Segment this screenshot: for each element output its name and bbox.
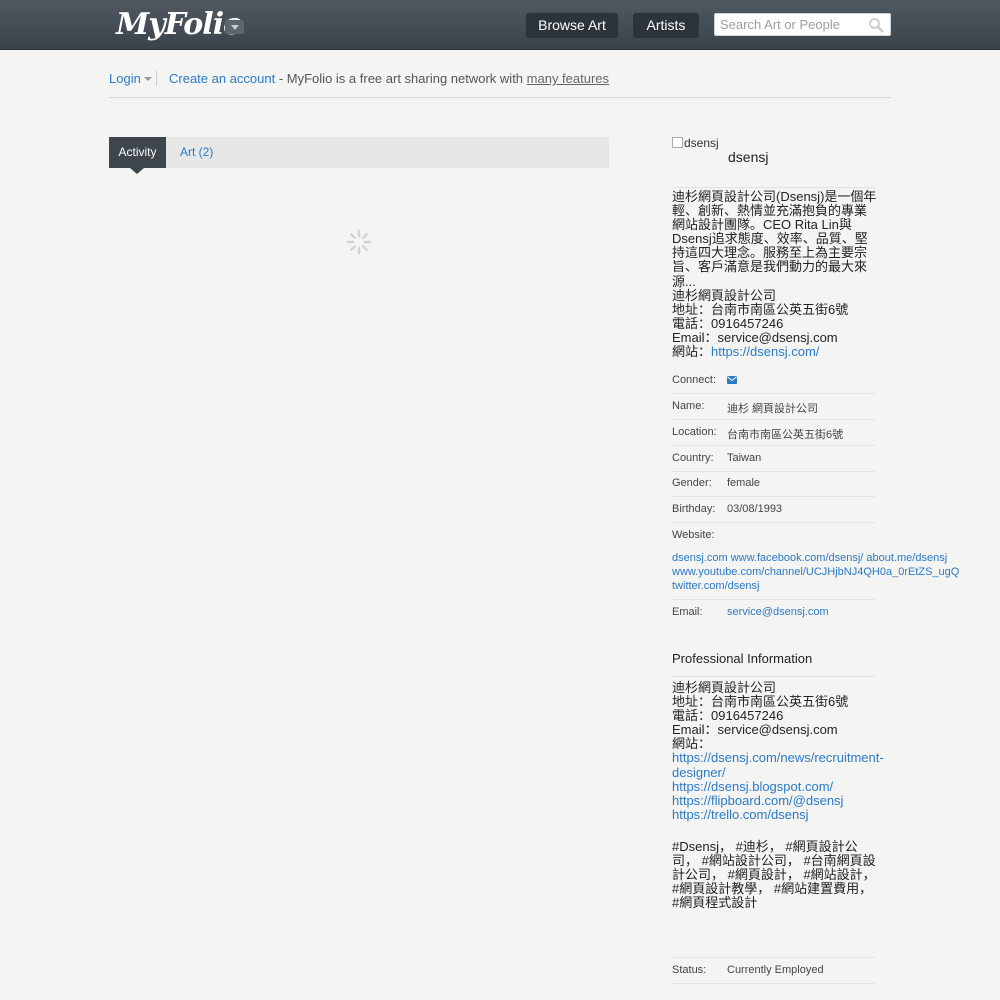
bio-line: 輕、創新、熱情並充滿抱負的專業	[672, 203, 868, 219]
hashtags: #Dsensj， #迪杉， #網頁設計公 司， #網站設計公司， #台南網頁設 …	[672, 839, 877, 911]
professional-link[interactable]: https://dsensj.com/news/recruitment-	[672, 750, 884, 765]
bio-line: 網站：https://dsensj.com/	[672, 344, 877, 360]
hashtag-line: #網頁程式設計	[672, 895, 758, 911]
signup-text: - MyFolio is a free art sharing network …	[275, 71, 527, 86]
professional-link[interactable]: https://trello.com/dsensj	[672, 807, 809, 822]
bio-line: 源...	[672, 273, 696, 289]
broken-image-icon	[672, 137, 683, 148]
status-label: Status:	[672, 964, 707, 976]
bio-line: 旨、客戶滿意是我們動力的最大來	[672, 259, 868, 275]
caret-down-icon[interactable]	[144, 77, 152, 81]
hashtag-line: 計公司， #網頁設計， #網站設計，	[672, 867, 876, 883]
website-field-label: Website:	[672, 529, 715, 541]
email-link[interactable]: service@dsensj.com	[727, 606, 829, 618]
artists-button[interactable]: Artists	[633, 13, 699, 38]
location-value: 台南市南區公英五街6號	[727, 429, 844, 441]
profile-bio: 迪杉網頁設計公司(Dsensj)是一個年 輕、創新、熱情並充滿抱負的專業 網站設…	[672, 189, 877, 360]
divider	[672, 445, 875, 446]
website-links: dsensj.com www.facebook.com/dsensj/ abou…	[672, 551, 959, 593]
divider	[156, 71, 157, 86]
bio-line: Dsensj追求態度、效率、品質、堅	[672, 231, 868, 247]
search-input[interactable]	[715, 14, 865, 35]
professional-line: 網站：	[672, 736, 712, 752]
birthday-row: Birthday: 03/08/1993	[672, 503, 875, 529]
professional-line: Email：service@dsensj.com	[672, 722, 838, 738]
bio-line: Email：service@dsensj.com	[672, 329, 838, 345]
divider	[672, 983, 875, 984]
status-value: Currently Employed	[727, 964, 824, 976]
mail-icon[interactable]	[727, 376, 737, 384]
professional-line: 迪杉網頁設計公司	[672, 680, 777, 695]
divider	[672, 522, 875, 523]
profile-username: dsensj	[728, 149, 769, 165]
hashtag-line: 司， #網站設計公司， #台南網頁設	[672, 853, 876, 869]
gender-label: Gender:	[672, 477, 712, 489]
website-link[interactable]: dsensj.com www.facebook.com/dsensj/ abou…	[672, 552, 947, 564]
many-features-link[interactable]: many features	[527, 71, 609, 86]
email-row: Email: service@dsensj.com	[672, 606, 875, 632]
divider	[672, 676, 875, 677]
avatar[interactable]: dsensj	[672, 136, 719, 150]
bio-line: 網站設計團隊。CEO Rita Lin與	[672, 217, 852, 233]
name-value: 迪杉 網頁設計公司	[727, 403, 819, 415]
professional-link[interactable]: designer/	[672, 765, 725, 780]
hashtag-line: #Dsensj， #迪杉， #網頁設計公	[672, 839, 858, 854]
profile-tabs: Activity Art (2)	[109, 137, 609, 174]
bio-line: 地址：台南市南區公英五街6號	[672, 301, 849, 317]
professional-info: 迪杉網頁設計公司 地址：台南市南區公英五街6號 電話：0916457246 Em…	[672, 680, 884, 822]
browse-art-button[interactable]: Browse Art	[526, 13, 618, 38]
location-row: Location: 台南市南區公英五街6號	[672, 426, 875, 452]
avatar-alt-text: dsensj	[684, 136, 719, 150]
divider	[672, 496, 875, 497]
divider	[672, 187, 875, 188]
website-label: 網站：	[672, 344, 712, 360]
professional-link[interactable]: https://flipboard.com/@dsensj	[672, 793, 843, 808]
signup-message: Create an account - MyFolio is a free ar…	[169, 70, 609, 88]
professional-line: 電話：0916457246	[672, 708, 784, 724]
connect-row: Connect:	[672, 374, 875, 400]
professional-line: 地址：台南市南區公英五街6號	[672, 694, 849, 710]
name-label: Name:	[672, 400, 705, 412]
loading-spinner-icon	[346, 229, 372, 255]
divider	[672, 599, 875, 600]
connect-label: Connect:	[672, 374, 717, 386]
website-link[interactable]: www.youtube.com/channel/UCJHjbNJ4QH0a_0r…	[672, 566, 959, 578]
website-link[interactable]: twitter.com/dsensj	[672, 580, 759, 592]
gender-row: Gender: female	[672, 477, 875, 503]
top-bar: MyFolio Browse Art Artists	[0, 0, 1000, 50]
bio-line: 迪杉網頁設計公司	[672, 287, 777, 303]
divider	[672, 419, 875, 420]
country-label: Country:	[672, 452, 714, 464]
name-row: Name: 迪杉 網頁設計公司	[672, 400, 875, 426]
gender-value: female	[727, 477, 761, 489]
login-link[interactable]: Login	[109, 70, 141, 88]
website-link[interactable]: https://dsensj.com/	[711, 344, 819, 359]
divider	[672, 471, 875, 472]
myfolio-logo[interactable]: MyFolio	[116, 6, 243, 44]
search-icon[interactable]	[868, 17, 884, 33]
birthday-value: 03/08/1993	[727, 503, 783, 515]
bio-line: 迪杉網頁設計公司(Dsensj)是一個年	[672, 189, 877, 204]
hashtag-line: #網頁設計教學， #網站建置費用，	[672, 881, 873, 897]
tab-art[interactable]: Art (2)	[180, 137, 213, 168]
email-label: Email:	[672, 606, 703, 618]
professional-heading: Professional Information	[672, 651, 813, 666]
professional-link[interactable]: https://dsensj.blogspot.com/	[672, 779, 833, 794]
bio-line: 電話：0916457246	[672, 315, 784, 331]
chevron-down-icon[interactable]	[225, 20, 244, 34]
status-row: Status: Currently Employed	[672, 964, 875, 990]
divider	[672, 957, 875, 958]
divider	[672, 393, 875, 394]
bio-line: 持這四大理念。服務至上為主要宗	[672, 245, 868, 261]
tab-activity[interactable]: Activity	[109, 137, 166, 174]
location-label: Location:	[672, 426, 717, 438]
country-value: Taiwan	[727, 452, 762, 464]
login-bar: Login Create an account - MyFolio is a f…	[109, 69, 891, 98]
search-box	[714, 13, 891, 36]
birthday-label: Birthday:	[672, 503, 716, 515]
create-account-link[interactable]: Create an account	[169, 71, 275, 86]
country-row: Country: Taiwan	[672, 452, 875, 478]
